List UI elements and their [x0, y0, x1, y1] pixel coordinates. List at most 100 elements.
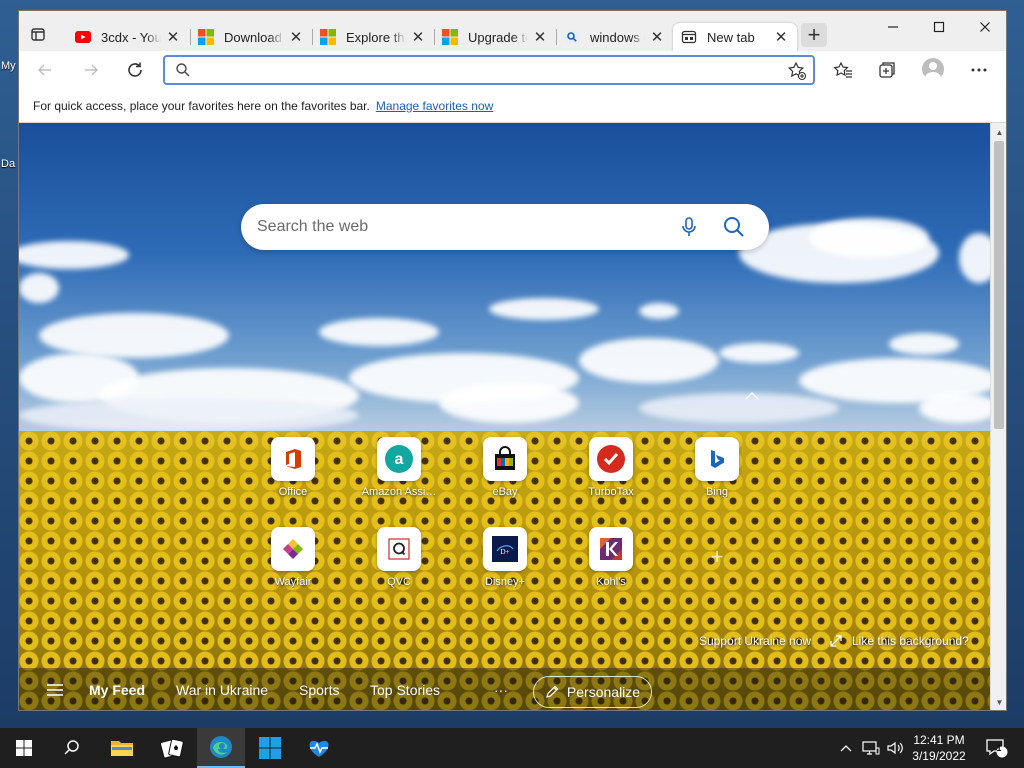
web-search-input[interactable]: [257, 216, 657, 238]
new-tab-icon: [681, 29, 697, 45]
plus-icon: +: [807, 22, 821, 47]
web-search-box[interactable]: [241, 204, 769, 250]
feed-tab-my-feed[interactable]: My Feed: [89, 668, 145, 710]
address-input[interactable]: [199, 60, 779, 80]
quick-link-label: Wayfair: [274, 576, 312, 588]
tab-upgrade[interactable]: Upgrade to ✕: [434, 23, 556, 51]
tab-download[interactable]: Download ✕: [190, 23, 312, 51]
close-tab-icon[interactable]: ✕: [649, 29, 665, 46]
manage-favorites-link[interactable]: Manage favorites now: [376, 99, 493, 113]
turbotax-icon: [589, 437, 633, 481]
more-dots-icon: [971, 68, 987, 72]
scroll-up-arrow[interactable]: ▲: [991, 125, 1006, 139]
network-icon: [862, 741, 880, 755]
qvc-icon: [377, 527, 421, 571]
close-tab-icon[interactable]: ✕: [532, 29, 548, 46]
add-quick-link-button[interactable]: +: [702, 542, 732, 572]
tab-actions-button[interactable]: [27, 23, 49, 45]
chevron-up-icon[interactable]: [743, 387, 761, 405]
notification-center-button[interactable]: 1: [980, 728, 1014, 768]
folder-icon: [111, 741, 133, 756]
quick-link-turbotax[interactable]: TurboTax: [571, 437, 651, 503]
tab-windows-search[interactable]: windows 6 ✕: [556, 23, 673, 51]
close-icon: [980, 22, 990, 32]
quick-link-bing[interactable]: Bing: [677, 437, 757, 503]
taskbar-search-button[interactable]: [48, 728, 96, 768]
like-background-button[interactable]: Like this background?: [829, 634, 969, 648]
windows-logo-icon: [259, 737, 281, 759]
feed-tab-sports[interactable]: Sports: [299, 668, 339, 710]
taskbar-edge[interactable]: [197, 728, 245, 768]
search-icon: [64, 740, 79, 755]
new-tab-button[interactable]: +: [801, 23, 827, 47]
settings-more-button[interactable]: [965, 56, 993, 84]
scrollbar-thumb[interactable]: [994, 141, 1004, 429]
edge-browser-icon: [210, 736, 232, 758]
taskbar-file-explorer[interactable]: [98, 728, 146, 768]
quick-link-label: eBay: [492, 486, 518, 498]
support-ukraine-link[interactable]: Support Ukraine now: [699, 634, 811, 648]
minimize-button[interactable]: [870, 15, 916, 39]
microsoft-icon: [320, 29, 336, 45]
start-button[interactable]: [0, 728, 48, 768]
profile-avatar[interactable]: [922, 58, 944, 80]
feed-more-button[interactable]: ···: [494, 668, 508, 710]
feed-menu-button[interactable]: [47, 668, 63, 710]
back-button[interactable]: [31, 56, 59, 84]
search-icon: [176, 63, 190, 77]
maximize-button[interactable]: [916, 15, 962, 39]
refresh-icon: [128, 62, 142, 77]
taskbar-microsoft-store[interactable]: [246, 728, 294, 768]
desktop-icon-label[interactable]: Da: [1, 158, 15, 170]
taskbar-clock[interactable]: 12:41 PM 3/19/2022: [898, 732, 980, 764]
quick-link-disney-plus[interactable]: D+ Disney+: [465, 527, 545, 593]
tab-title: Explore the: [346, 29, 406, 45]
quick-link-amazon-assistant[interactable]: a Amazon Assi…: [359, 437, 439, 503]
voice-search-button[interactable]: [676, 214, 702, 240]
address-bar[interactable]: [163, 55, 815, 85]
personalize-button[interactable]: Personalize: [533, 676, 652, 708]
quick-link-kohls[interactable]: Kohl's: [571, 527, 651, 593]
close-tab-icon[interactable]: ✕: [165, 29, 181, 46]
quick-link-label: TurboTax: [588, 486, 634, 498]
browser-window: 3cdx - YouTube ✕ Download ✕ Explore the …: [18, 10, 1007, 711]
close-tab-icon[interactable]: ✕: [773, 29, 789, 46]
close-tab-icon[interactable]: ✕: [288, 29, 304, 46]
tab-explore[interactable]: Explore the ✕: [312, 23, 434, 51]
quick-link-label: Office: [278, 486, 308, 498]
favorites-bar: For quick access, place your favorites h…: [19, 89, 1006, 123]
quick-link-qvc[interactable]: QVC: [359, 527, 439, 593]
search-submit-button[interactable]: [721, 214, 747, 240]
tab-title: windows 6: [590, 29, 645, 45]
desktop-icon-label[interactable]: My: [1, 60, 16, 72]
page-scrollbar[interactable]: ▲ ▼: [990, 123, 1006, 710]
show-hidden-icons-button[interactable]: [836, 728, 856, 768]
windows-start-icon: [16, 740, 32, 756]
quick-link-wayfair[interactable]: Wayfair: [253, 527, 333, 593]
taskbar-health-app[interactable]: [295, 728, 343, 768]
tab-youtube[interactable]: 3cdx - YouTube ✕: [67, 23, 189, 51]
taskbar-solitaire[interactable]: [148, 728, 196, 768]
clock-date: 3/19/2022: [912, 749, 966, 763]
favorites-button[interactable]: [829, 56, 857, 84]
add-favorite-icon[interactable]: [787, 61, 807, 81]
quick-link-ebay[interactable]: eBay: [465, 437, 545, 503]
scroll-down-arrow[interactable]: ▼: [991, 695, 1006, 709]
heartbeat-icon: [309, 740, 329, 757]
tab-title: Download: [224, 29, 282, 45]
tab-new-tab[interactable]: New tab ✕: [673, 23, 797, 51]
collections-button[interactable]: [873, 56, 901, 84]
bing-icon: [695, 437, 739, 481]
clock-time: 12:41 PM: [913, 733, 965, 747]
quick-link-office[interactable]: Office: [253, 437, 333, 503]
close-tab-icon[interactable]: ✕: [410, 29, 426, 46]
network-status-button[interactable]: [860, 728, 882, 768]
feed-tab-top-stories[interactable]: Top Stories: [370, 668, 440, 710]
forward-button[interactable]: [77, 56, 105, 84]
quick-link-label: Disney+: [484, 576, 526, 588]
search-icon: [564, 29, 580, 45]
tab-title: New tab: [707, 29, 755, 45]
feed-tab-war-in-ukraine[interactable]: War in Ukraine: [176, 668, 268, 710]
close-window-button[interactable]: [962, 15, 1006, 39]
refresh-button[interactable]: [121, 56, 149, 84]
